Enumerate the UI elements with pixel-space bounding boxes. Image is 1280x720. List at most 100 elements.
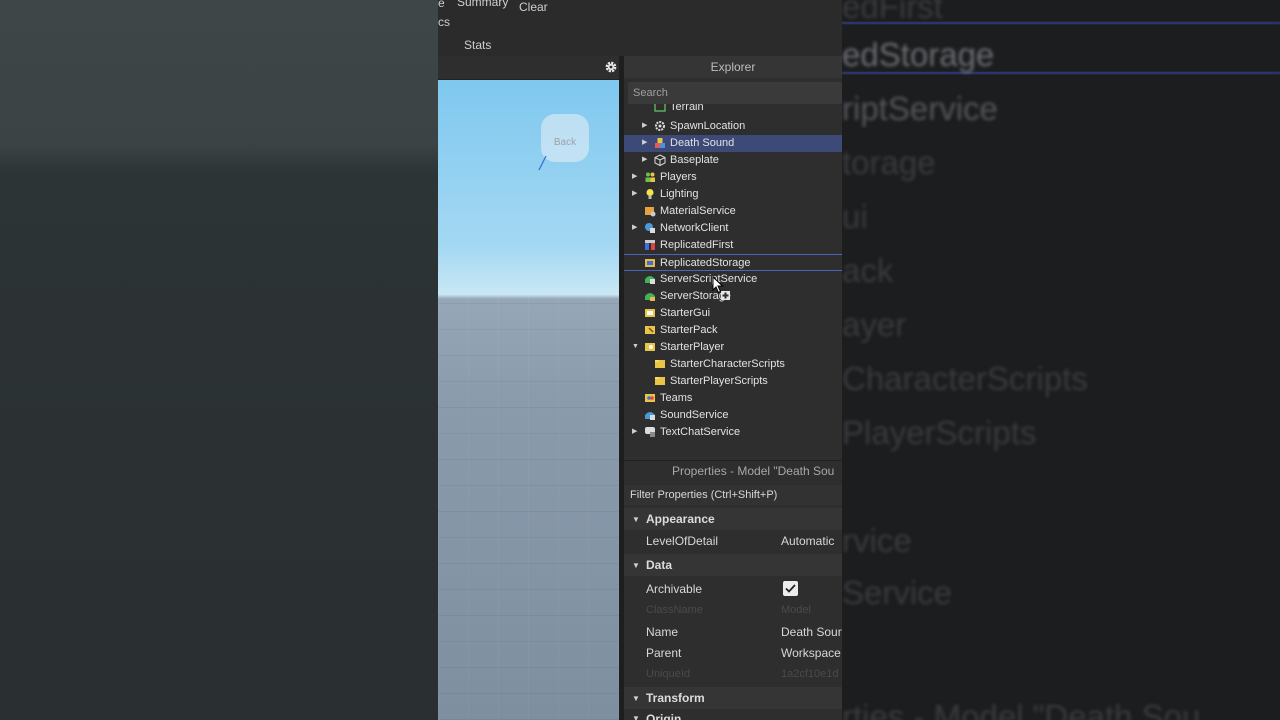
- expand-arrow-icon[interactable]: ▶: [642, 121, 650, 131]
- property-levelofdetail[interactable]: LevelOfDetail Automatic: [624, 531, 842, 552]
- expand-arrow-icon[interactable]: ▶: [632, 223, 640, 233]
- collapse-arrow-icon[interactable]: ▼: [632, 342, 640, 352]
- tree-item-label: StarterPlayer: [660, 341, 725, 353]
- tree-item-label: Teams: [660, 392, 693, 404]
- tree-item-serverscriptservice[interactable]: ServerScriptService: [624, 271, 842, 288]
- property-archivable[interactable]: Archivable: [624, 579, 842, 600]
- studio-window: e cs Summary Clear Stats Back Explorer S…: [438, 0, 842, 720]
- players-icon: [645, 172, 655, 182]
- axis-gizmo-icon: [538, 155, 547, 171]
- section-appearance[interactable]: ▼ Appearance: [624, 508, 842, 530]
- blurred-text: edFirst: [842, 0, 943, 25]
- tree-item-starterpack[interactable]: StarterPack: [624, 322, 842, 339]
- viewport-toolbar: [438, 56, 624, 80]
- explorer-panel: Explorer Search Terrain ▶ SpawnLocation …: [624, 56, 842, 456]
- tree-item-label: Baseplate: [670, 154, 719, 166]
- output-toolbar: e cs Summary Clear Stats: [438, 0, 842, 56]
- tree-item-lighting[interactable]: ▶ Lighting: [624, 186, 842, 203]
- property-name-row[interactable]: Name Death Soun: [624, 622, 842, 643]
- tree-item-death-sound[interactable]: ▶ Death Sound: [624, 135, 842, 152]
- tree-item-materialservice[interactable]: MaterialService: [624, 203, 842, 220]
- tree-item-startercharacterscripts[interactable]: StarterCharacterScripts: [624, 356, 842, 373]
- tree-item-starterplayerscripts[interactable]: StarterPlayerScripts: [624, 373, 842, 390]
- blurred-text: CharacterScripts: [842, 360, 1088, 397]
- property-value[interactable]: Death Soun: [781, 625, 842, 639]
- property-name: ClassName: [646, 604, 703, 616]
- tree-item-players[interactable]: ▶ Players: [624, 169, 842, 186]
- tree-item-startergui[interactable]: StarterGui: [624, 305, 842, 322]
- archivable-checkbox[interactable]: [783, 581, 798, 596]
- text-chat-service-icon: [645, 427, 655, 437]
- tree-item-starterplayer[interactable]: ▼ StarterPlayer: [624, 339, 842, 356]
- tree-item-label: StarterPack: [660, 324, 718, 336]
- blurred-text: ui: [842, 198, 868, 235]
- replicated-first-icon: [645, 240, 655, 250]
- property-name: Name: [646, 625, 679, 639]
- section-label: Transform: [646, 691, 705, 705]
- expand-arrow-icon[interactable]: ▶: [632, 427, 640, 437]
- blurred-text: ack: [842, 252, 894, 289]
- blurred-text: PlayerScripts: [842, 414, 1037, 451]
- explorer-search-input[interactable]: Search: [628, 82, 842, 104]
- tree-item-terrain[interactable]: Terrain: [624, 104, 842, 116]
- tree-item-spawnlocation[interactable]: ▶ SpawnLocation: [624, 118, 842, 135]
- collapse-arrow-icon: ▼: [632, 561, 640, 570]
- tree-item-replicatedfirst[interactable]: ReplicatedFirst: [624, 237, 842, 254]
- tree-item-serverstorage[interactable]: ServerStorage: [624, 288, 842, 305]
- server-script-service-icon: [645, 276, 655, 284]
- explorer-title: Explorer: [624, 56, 842, 78]
- property-value[interactable]: Automatic: [781, 534, 834, 548]
- section-transform[interactable]: ▼ Transform: [624, 687, 842, 709]
- server-storage-icon: [645, 293, 655, 301]
- blurred-text: torage: [842, 144, 936, 181]
- tree-item-textchatservice[interactable]: ▶ TextChatService: [624, 424, 842, 441]
- property-classname: ClassName Model: [624, 601, 842, 622]
- folder-icon: [655, 360, 665, 368]
- filter-properties-input[interactable]: Filter Properties (Ctrl+Shift+P): [624, 485, 842, 505]
- tree-item-label: ServerScriptService: [660, 273, 758, 285]
- expand-arrow-icon[interactable]: ▶: [632, 189, 640, 199]
- collapse-arrow-icon: ▼: [632, 714, 640, 720]
- tree-item-replicatedstorage[interactable]: ReplicatedStorage: [624, 254, 842, 271]
- property-name: UniqueId: [646, 668, 691, 680]
- cut-label: cs: [438, 15, 450, 29]
- replicated-storage-icon: [645, 259, 655, 267]
- property-parent[interactable]: Parent Workspace: [624, 643, 842, 664]
- stats-tab[interactable]: Stats: [464, 38, 491, 52]
- teams-icon: [645, 394, 655, 402]
- section-data[interactable]: ▼ Data: [624, 554, 842, 576]
- tree-item-baseplate[interactable]: ▶ Baseplate: [624, 152, 842, 169]
- explorer-tree: Terrain ▶ SpawnLocation ▶ Death Sound ▶ …: [624, 104, 842, 456]
- clear-button[interactable]: Clear: [519, 0, 548, 14]
- part-icon: [654, 154, 666, 166]
- gear-icon: [655, 121, 665, 131]
- blurred-text: riptService: [842, 90, 998, 127]
- expand-arrow-icon[interactable]: ▶: [632, 172, 640, 182]
- tree-item-label: Lighting: [660, 188, 699, 200]
- starter-gui-icon: [645, 309, 655, 317]
- summary-tab[interactable]: Summary: [457, 0, 508, 9]
- model-icon: [655, 138, 665, 148]
- section-origin[interactable]: ▼ Origin: [624, 711, 842, 720]
- back-button[interactable]: Back: [541, 114, 589, 162]
- terrain-icon: [654, 104, 666, 112]
- game-viewport[interactable]: Back: [438, 80, 619, 720]
- expand-arrow-icon[interactable]: ▶: [642, 155, 650, 165]
- property-name: Parent: [646, 646, 682, 660]
- tree-item-teams[interactable]: Teams: [624, 390, 842, 407]
- section-label: Origin: [646, 712, 682, 720]
- property-value: 1a2cf10e1d: [781, 668, 839, 680]
- tree-item-soundservice[interactable]: SoundService: [624, 407, 842, 424]
- property-name: Archivable: [646, 582, 703, 596]
- property-value[interactable]: Workspace: [781, 646, 841, 660]
- tree-item-networkclient[interactable]: ▶ NetworkClient: [624, 220, 842, 237]
- blurred-text: ayer: [842, 306, 907, 343]
- expand-arrow-icon[interactable]: ▶: [642, 138, 650, 148]
- network-client-icon: [645, 223, 655, 233]
- gear-icon[interactable]: [604, 60, 618, 74]
- tree-item-label: Terrain: [670, 104, 704, 113]
- properties-title: Properties - Model "Death Sou: [672, 464, 835, 478]
- blurred-text: rties - Model "Death Sou: [842, 698, 1201, 720]
- cut-label: e: [438, 0, 445, 10]
- baseplate-floor: [438, 295, 619, 720]
